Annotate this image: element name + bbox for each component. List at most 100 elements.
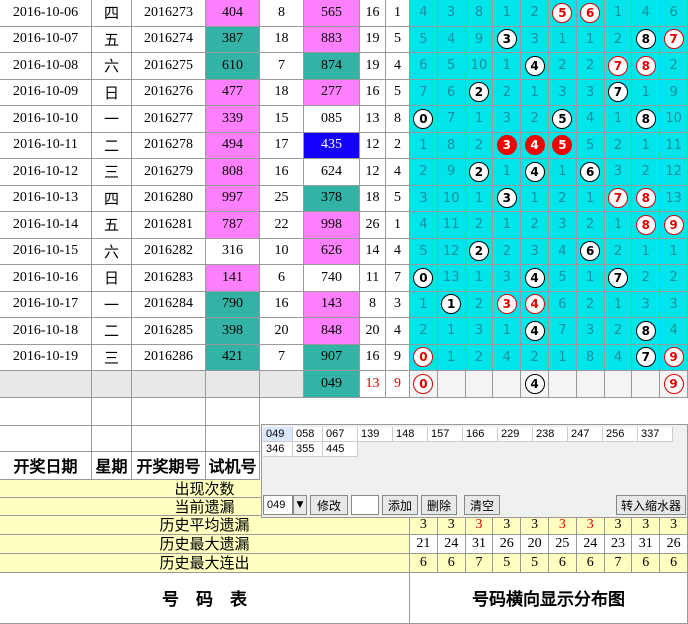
number-ball: 8 xyxy=(635,320,656,341)
combo-panel: 049 058 067 139 148 157 166 229 238 247 256 337 346 3… xyxy=(261,424,688,518)
blank-cell xyxy=(0,397,92,426)
delete-button[interactable]: 删除 xyxy=(421,495,457,515)
dist-cell: 2 xyxy=(604,26,633,53)
stat-value: 3 xyxy=(660,515,688,535)
dist-cell: 2 xyxy=(660,53,688,80)
number-ball: 8 xyxy=(635,188,656,209)
current-dist-cell xyxy=(465,371,494,398)
combo-item[interactable]: 058 xyxy=(293,427,323,442)
dist-cell: 5 xyxy=(549,106,577,133)
row-code: 477 xyxy=(206,79,260,106)
blank-cell xyxy=(206,425,260,452)
combo-item[interactable]: 445 xyxy=(323,442,358,457)
row-trial: 143 xyxy=(304,291,360,318)
combo-item[interactable]: 355 xyxy=(293,442,323,457)
dist-cell: 8 xyxy=(632,212,661,239)
row-code: 787 xyxy=(206,212,260,239)
current-dist-cell xyxy=(632,371,661,398)
dist-cell: 1 xyxy=(465,185,494,212)
row-trial: 565 xyxy=(304,0,360,27)
dist-cell: 2 xyxy=(410,318,438,345)
row-weekday: 六 xyxy=(92,238,132,265)
number-ball: 9 xyxy=(663,214,684,235)
row-test: 16 xyxy=(260,159,304,186)
dist-cell: 1 xyxy=(576,185,605,212)
stat-label-avg_miss: 历史平均遗漏 xyxy=(0,515,410,535)
number-ball: 9 xyxy=(663,373,684,394)
row-code: 421 xyxy=(206,344,260,371)
dist-cell: 8 xyxy=(465,0,494,27)
number-ball: 4 xyxy=(524,135,545,156)
header-period: 开奖期号 xyxy=(132,451,206,480)
dist-cell: 3 xyxy=(632,291,661,318)
dist-cell: 2 xyxy=(549,185,577,212)
dist-cell: 4 xyxy=(493,344,522,371)
dist-cell: 1 xyxy=(604,212,633,239)
dist-cell: 2 xyxy=(465,238,494,265)
combo-item[interactable]: 148 xyxy=(393,427,428,442)
stat-value: 3 xyxy=(493,515,522,535)
row-sum: 11 xyxy=(360,265,386,292)
number-ball: 4 xyxy=(524,373,545,394)
clear-button[interactable]: 清空 xyxy=(464,495,500,515)
row-test: 6 xyxy=(260,265,304,292)
row-weekday: 日 xyxy=(92,265,132,292)
dist-cell: 9 xyxy=(660,79,688,106)
row-sum: 18 xyxy=(360,185,386,212)
dist-cell: 3 xyxy=(493,265,522,292)
number-ball: 4 xyxy=(524,55,545,76)
number-ball: 4 xyxy=(524,294,545,315)
combo-item[interactable]: 049 xyxy=(263,427,293,442)
combo-select[interactable]: 049 xyxy=(263,495,293,515)
row-code: 610 xyxy=(206,53,260,80)
dist-cell: 2 xyxy=(465,159,494,186)
combo-item[interactable]: 346 xyxy=(263,442,293,457)
dist-cell: 2 xyxy=(632,159,661,186)
row-trial: 626 xyxy=(304,238,360,265)
row-sum: 20 xyxy=(360,318,386,345)
row-span: 5 xyxy=(386,26,410,53)
combo-item[interactable]: 139 xyxy=(358,427,393,442)
row-weekday: 二 xyxy=(92,132,132,159)
dist-cell: 8 xyxy=(632,106,661,133)
row-trial: 998 xyxy=(304,212,360,239)
combo-item[interactable]: 238 xyxy=(533,427,568,442)
dist-cell: 2 xyxy=(576,212,605,239)
combo-input[interactable] xyxy=(351,495,379,515)
dist-cell: 1 xyxy=(465,265,494,292)
stat-value: 6 xyxy=(410,553,438,573)
stat-value: 7 xyxy=(604,553,633,573)
dist-cell: 2 xyxy=(604,238,633,265)
combo-item[interactable]: 337 xyxy=(638,427,673,442)
add-button[interactable]: 添加 xyxy=(382,495,418,515)
dist-cell: 8 xyxy=(632,318,661,345)
combo-item[interactable]: 067 xyxy=(323,427,358,442)
modify-button[interactable]: 修改 xyxy=(310,495,348,515)
stat-value: 3 xyxy=(549,515,577,535)
current-dist-cell xyxy=(576,371,605,398)
row-test: 7 xyxy=(260,344,304,371)
header-test: 试机号 xyxy=(206,451,260,480)
combo-item[interactable]: 166 xyxy=(463,427,498,442)
stat-label-max_miss: 历史最大遗漏 xyxy=(0,534,410,554)
row-period: 2016277 xyxy=(132,106,206,133)
dist-cell: 1 xyxy=(493,212,522,239)
number-ball: 3 xyxy=(496,188,517,209)
combo-item[interactable]: 256 xyxy=(603,427,638,442)
header-date: 开奖日期 xyxy=(0,451,92,480)
dist-cell: 4 xyxy=(521,318,549,345)
row-weekday: 三 xyxy=(92,159,132,186)
combo-item[interactable]: 157 xyxy=(428,427,463,442)
combo-item[interactable]: 247 xyxy=(568,427,603,442)
dist-cell: 0 xyxy=(410,344,438,371)
transfer-button[interactable]: 转入缩水器 xyxy=(616,495,686,515)
combo-item[interactable]: 229 xyxy=(498,427,533,442)
dist-cell: 3 xyxy=(493,26,522,53)
dist-cell: 9 xyxy=(660,212,688,239)
row-span: 3 xyxy=(386,291,410,318)
chevron-down-icon[interactable]: ▼ xyxy=(293,495,307,515)
row-sum: 12 xyxy=(360,132,386,159)
row-weekday: 日 xyxy=(92,79,132,106)
dist-cell: 1 xyxy=(493,0,522,27)
dist-cell: 7 xyxy=(437,106,466,133)
